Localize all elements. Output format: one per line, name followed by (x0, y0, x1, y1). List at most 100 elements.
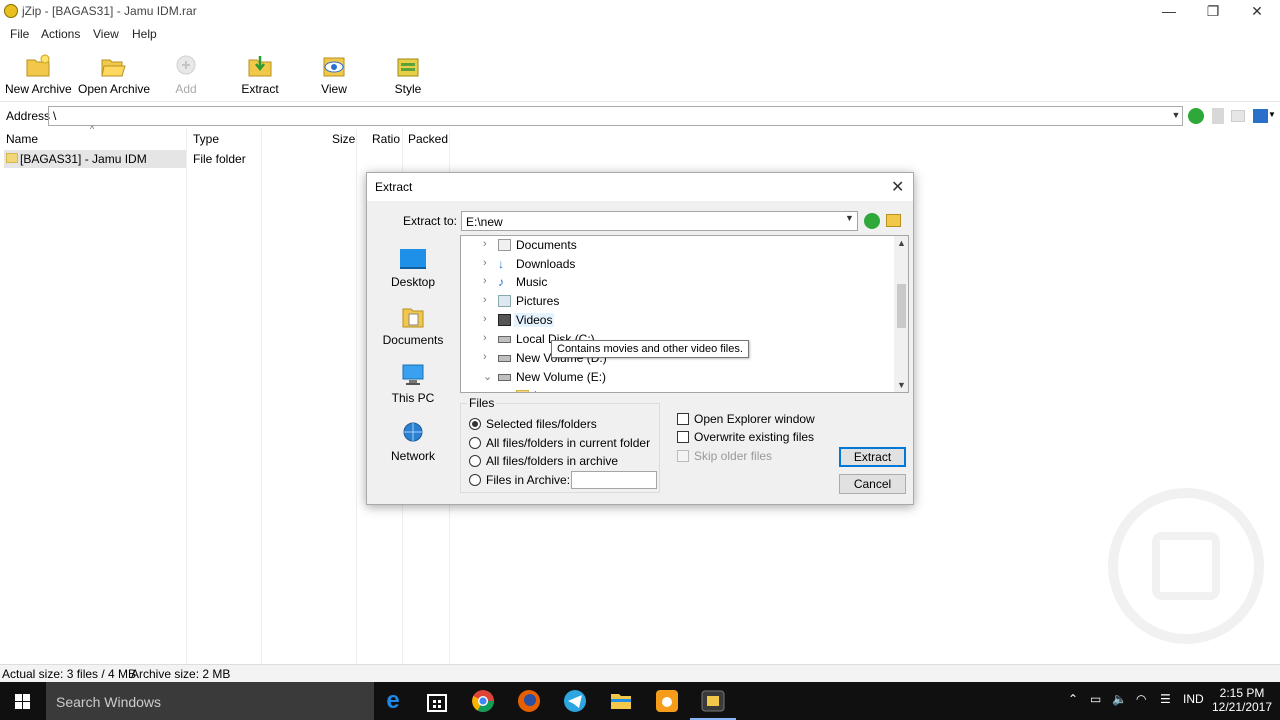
tree-item-label: Pictures (516, 294, 560, 308)
folder-icon[interactable] (1231, 110, 1245, 122)
extract-to-input[interactable]: E:\new (461, 211, 858, 231)
new-archive-button[interactable]: New Archive (5, 54, 72, 100)
tree-item-pictures[interactable]: › Pictures (461, 292, 891, 310)
column-separator (356, 129, 357, 664)
action-center-icon[interactable]: ☰ (1160, 692, 1171, 706)
column-name[interactable]: Name (6, 132, 38, 146)
telegram-icon[interactable] (562, 688, 588, 714)
drive-icon (498, 374, 511, 381)
table-row[interactable]: [BAGAS31] - Jamu IDM (4, 150, 186, 168)
add-button[interactable]: Add (172, 54, 200, 100)
tree-item-videos[interactable]: › Videos (461, 311, 891, 329)
taskbar-search[interactable]: Search Windows (46, 682, 374, 720)
wifi-icon[interactable]: ◠ (1136, 692, 1146, 706)
style-button[interactable]: Style (393, 54, 423, 100)
place-documents[interactable]: Documents (377, 305, 449, 347)
scroll-thumb[interactable] (897, 284, 906, 328)
column-size[interactable]: Size (332, 132, 355, 146)
radio-circle[interactable] (469, 474, 481, 486)
video-film-icon (498, 314, 511, 326)
address-dropdown-icon[interactable]: ▼ (1170, 108, 1182, 122)
view-button[interactable]: View (318, 54, 350, 100)
minimize-button[interactable]: — (1146, 0, 1192, 22)
expand-arrow-icon[interactable]: › (483, 351, 487, 363)
go-icon[interactable] (864, 213, 880, 229)
expand-arrow-icon[interactable]: › (483, 257, 487, 269)
address-input[interactable]: \ (48, 106, 1183, 126)
radio-circle[interactable] (469, 455, 481, 467)
chrome-icon[interactable] (470, 688, 496, 714)
battery-icon[interactable]: ▭ (1090, 692, 1101, 706)
go-icon[interactable] (1188, 108, 1204, 124)
cancel-button[interactable]: Cancel (839, 474, 906, 494)
language-indicator[interactable]: IND (1183, 692, 1204, 706)
jzip-taskbar-icon[interactable] (690, 688, 736, 720)
column-packed[interactable]: Packed (408, 132, 448, 146)
view-mode-dropdown-icon[interactable]: ▼ (1268, 110, 1276, 119)
extract-toolbar-button[interactable]: Extract (241, 54, 279, 100)
collapse-arrow-icon[interactable]: ⌄ (483, 370, 492, 383)
place-desktop[interactable]: Desktop (377, 247, 449, 289)
restore-button[interactable]: ❐ (1190, 0, 1236, 22)
view-label: View (321, 82, 347, 96)
edge-icon[interactable]: e (380, 688, 406, 714)
menu-file[interactable]: File (10, 27, 29, 41)
expand-arrow-icon[interactable]: › (483, 275, 487, 287)
start-button[interactable] (0, 682, 46, 720)
folder-tree[interactable]: › Documents › ↓ Downloads › ♪ Music › Pi… (460, 235, 909, 393)
expand-arrow-icon[interactable]: › (483, 332, 487, 344)
expand-arrow-icon[interactable]: › (483, 238, 487, 250)
uc-browser-icon[interactable] (654, 688, 680, 714)
desktop-icon (399, 247, 427, 271)
volume-icon[interactable]: 🔈 (1112, 692, 1127, 706)
view-mode-icon[interactable] (1253, 109, 1268, 123)
files-in-archive-input[interactable] (571, 471, 657, 489)
scroll-down-icon[interactable]: ▼ (894, 380, 908, 390)
close-button[interactable]: ✕ (1234, 0, 1280, 22)
expand-arrow-icon[interactable]: › (483, 294, 487, 306)
column-type[interactable]: Type (193, 132, 219, 146)
checkbox[interactable] (677, 431, 689, 443)
place-network[interactable]: Network (377, 421, 449, 463)
store-icon[interactable] (424, 688, 450, 714)
expand-arrow-icon[interactable]: › (483, 313, 487, 325)
tree-scrollbar[interactable]: ▲ ▼ (894, 236, 908, 392)
menu-actions[interactable]: Actions (41, 27, 80, 41)
dialog-close-icon[interactable]: ✕ (891, 177, 904, 197)
radio-circle[interactable] (469, 418, 481, 430)
firefox-icon[interactable] (516, 688, 542, 714)
radio-selected-files[interactable]: Selected files/folders (469, 416, 659, 432)
extract-to-dropdown-icon[interactable]: ▼ (845, 213, 857, 223)
menu-view[interactable]: View (93, 27, 119, 41)
folder-icon (516, 390, 529, 392)
place-this-pc[interactable]: This PC (377, 363, 449, 405)
tree-item-label: Videos (514, 313, 555, 327)
extract-button[interactable]: Extract (839, 447, 906, 467)
open-archive-button[interactable]: Open Archive (78, 54, 150, 100)
place-label: This PC (391, 391, 435, 405)
address-bar: Address \ ▼ ▼ (0, 105, 1280, 127)
tree-item-bounty[interactable]: bounty (479, 387, 908, 392)
checkbox[interactable] (677, 413, 689, 425)
tree-item-documents[interactable]: › Documents (461, 236, 891, 254)
up-level-icon[interactable] (1212, 108, 1224, 124)
tree-item-music[interactable]: › ♪ Music (461, 273, 891, 291)
file-explorer-icon[interactable] (608, 688, 634, 714)
column-ratio[interactable]: Ratio (372, 132, 400, 146)
tree-item-new-volume-e[interactable]: ⌄ New Volume (E:) (461, 368, 891, 386)
check-overwrite-existing[interactable]: Overwrite existing files (677, 429, 897, 445)
radio-all-current-folder[interactable]: All files/folders in current folder (469, 435, 659, 451)
menu-help[interactable]: Help (132, 27, 157, 41)
taskbar-clock[interactable]: 2:15 PM 12/21/2017 (1210, 686, 1274, 714)
check-open-explorer[interactable]: Open Explorer window (677, 411, 897, 427)
show-hidden-icons-icon[interactable]: ⌃ (1068, 692, 1078, 706)
scroll-up-icon[interactable]: ▲ (894, 238, 908, 248)
radio-circle[interactable] (469, 437, 481, 449)
radio-all-in-archive[interactable]: All files/folders in archive (469, 453, 659, 469)
tree-item-label: Music (516, 275, 548, 289)
dialog-title: Extract (375, 180, 413, 194)
new-folder-icon[interactable] (886, 214, 901, 227)
status-actual-size: Actual size: 3 files / 4 MB (2, 667, 137, 681)
place-label: Documents (382, 333, 444, 347)
tree-item-downloads[interactable]: › ↓ Downloads (461, 255, 891, 273)
